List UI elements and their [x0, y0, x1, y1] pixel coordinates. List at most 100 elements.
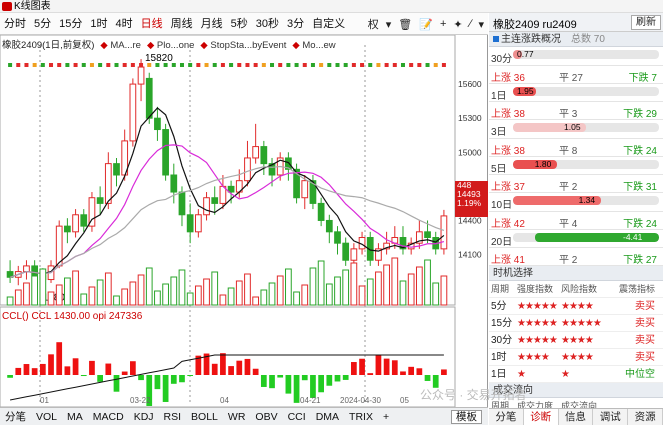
signal-marker — [49, 63, 54, 67]
period-7[interactable]: 月线 — [197, 13, 227, 35]
indicator-tabs: 分笔 VOL MA MACD KDJ RSI BOLL WR OBV CCI DMA TRIX + 模板 — [0, 407, 488, 425]
volume-bar — [121, 288, 129, 306]
timing-head-cell: 周期 — [491, 284, 510, 294]
signal-marker — [16, 63, 21, 67]
signal-marker — [343, 63, 348, 67]
period-3[interactable]: 1时 — [86, 13, 111, 35]
signal-marker — [8, 63, 13, 67]
right-tab[interactable]: 调试 — [593, 409, 629, 425]
period-11[interactable]: 自定义 — [308, 13, 349, 35]
candle-body — [186, 214, 194, 233]
cci-bar — [326, 375, 333, 386]
strength-value: 0.77 — [517, 50, 534, 59]
overview-count-row: 上涨 41 平 2 下跌 27 — [489, 248, 663, 266]
overview-mini-row: 30分 0.77 — [489, 47, 663, 66]
title-bar: K线图表 — [0, 0, 663, 13]
indicator-tab[interactable]: DMA — [311, 411, 344, 423]
toolbar-right-icons: 权 ▾ 🗑 📝 + ✦ ∕ ▾ — [366, 13, 486, 35]
toolbar-tool-icon[interactable]: 权 — [366, 16, 381, 32]
toolbar-tool-icon[interactable]: ∕ — [468, 18, 474, 30]
kline-chart-svg[interactable]: 1560015300150001470014400141001582013800… — [0, 35, 488, 407]
indicator-tab[interactable]: KDJ — [129, 411, 159, 423]
indicator-tab[interactable]: MACD — [88, 411, 129, 423]
cci-bar — [301, 375, 308, 381]
period-8[interactable]: 5秒 — [227, 13, 252, 35]
indicator-tab[interactable]: VOL — [31, 411, 62, 423]
period-0[interactable]: 分时 — [0, 13, 30, 35]
right-tab[interactable]: 资源 — [628, 409, 663, 425]
signal-marker — [57, 63, 62, 67]
signal-marker — [89, 63, 94, 67]
candle-body — [170, 174, 178, 193]
signal-marker — [98, 63, 103, 67]
indicator-tab[interactable]: + — [378, 411, 394, 423]
strength-value: 1.80 — [534, 159, 552, 169]
signal-marker — [139, 63, 144, 67]
toolbar-tool-icon[interactable]: ▾ — [384, 18, 394, 31]
indicator-tab[interactable]: OBV — [250, 411, 282, 423]
period-4[interactable]: 4时 — [112, 13, 137, 35]
indicator-tab[interactable]: RSI — [159, 411, 187, 423]
toolbar-tool-icon[interactable]: + — [438, 18, 448, 30]
cci-bar — [236, 360, 243, 375]
overview-title: 主连涨跌概况 — [501, 34, 561, 45]
right-tab[interactable]: 诊断 — [523, 409, 559, 425]
volume-bar — [440, 275, 448, 306]
signal-marker — [278, 63, 283, 67]
cci-bar — [416, 368, 423, 375]
indicator-tab[interactable]: WR — [223, 411, 251, 423]
window-title: K线图表 — [14, 1, 51, 12]
period-label: 20日 — [491, 236, 513, 248]
timing-head-cell: 风险指数 — [561, 284, 598, 294]
timing-period: 1日 — [491, 369, 507, 380]
period-6[interactable]: 周线 — [167, 13, 197, 35]
cci-bar — [334, 375, 341, 382]
candle-body — [252, 146, 260, 159]
period-10[interactable]: 3分 — [283, 13, 308, 35]
signal-marker — [302, 63, 307, 67]
cci-bar — [260, 375, 267, 387]
cci-bar — [7, 375, 13, 378]
cci-bar — [105, 363, 112, 375]
right-tab[interactable]: 信息 — [559, 409, 594, 425]
period-1[interactable]: 5分 — [30, 13, 55, 35]
signal-marker — [130, 63, 135, 67]
toolbar-tool-icon[interactable]: 🗑 — [396, 18, 414, 31]
toolbar-tool-icon[interactable]: ✦ — [451, 18, 464, 31]
refresh-button[interactable]: 刷新 — [631, 15, 661, 30]
cci-bar — [170, 375, 177, 384]
strength-bar: 1.34 — [513, 196, 659, 205]
period-9[interactable]: 30秒 — [252, 13, 283, 35]
toolbar-tool-icon[interactable]: ▾ — [476, 18, 486, 31]
indicator-tab[interactable]: CCI — [283, 411, 311, 423]
volume-bar — [260, 289, 268, 306]
indicator-tab[interactable]: TRIX — [344, 411, 378, 423]
last-price-box: 448 14493 1.19% — [455, 181, 488, 217]
down-count: 下跌 27 — [623, 255, 657, 266]
oscillator-value: 中位空 — [625, 369, 655, 380]
period-5[interactable]: 日线 — [137, 13, 167, 35]
indicator-tab[interactable]: BOLL — [186, 411, 223, 423]
indicator-tab[interactable]: MA — [62, 411, 88, 423]
volume-bar — [178, 269, 186, 306]
right-tab[interactable]: 分笔 — [489, 409, 524, 425]
signal-marker — [286, 63, 291, 67]
timing-header: 时机选择 — [489, 266, 663, 281]
template-button[interactable]: 模板 — [451, 409, 482, 424]
up-count: 上涨 37 — [491, 182, 525, 193]
cci-bar — [113, 375, 120, 392]
indicator-tab[interactable]: 分笔 — [0, 409, 31, 424]
strength-bar: 1.95 — [513, 86, 659, 96]
chart-area[interactable]: 1560015300150001470014400141001582013800… — [0, 35, 488, 407]
timing-period: 5分 — [491, 301, 507, 312]
candle-body — [342, 242, 350, 261]
period-2[interactable]: 15分 — [55, 13, 86, 35]
period-label: 30分 — [491, 54, 513, 65]
candle-body — [104, 163, 112, 204]
signal-marker — [425, 63, 430, 67]
toolbar-tool-icon[interactable]: 📝 — [417, 18, 435, 31]
flat-count: 平 2 — [559, 255, 578, 266]
timing-row: 15分 ★★★★★ ★★★★★ 卖买 — [489, 315, 663, 332]
signal-marker — [73, 63, 78, 67]
volume-bar — [80, 293, 88, 306]
